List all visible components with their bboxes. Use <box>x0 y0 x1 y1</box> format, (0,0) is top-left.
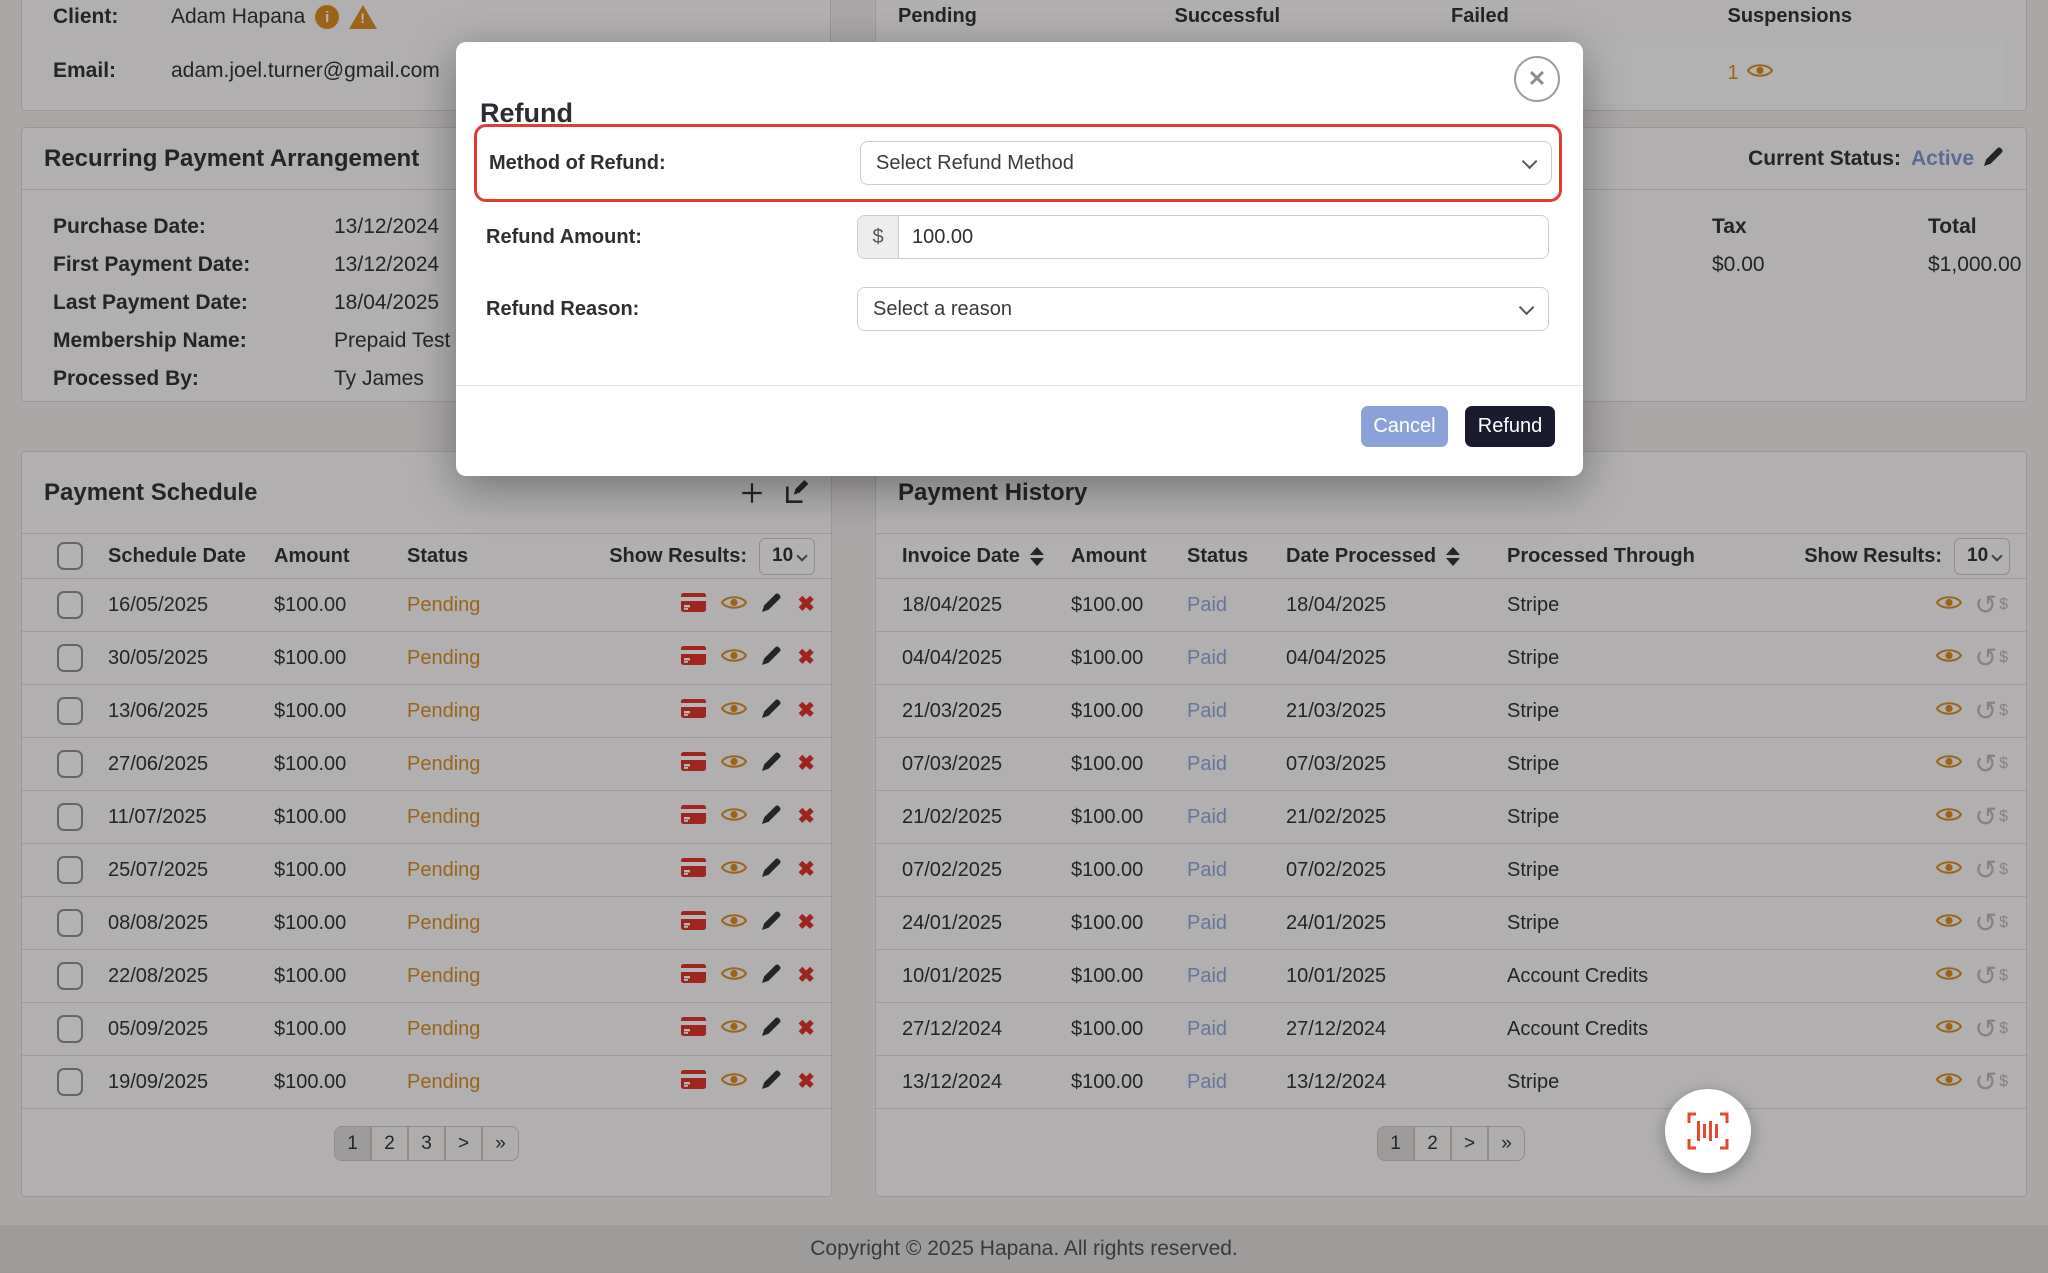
refund-reason-label: Refund Reason: <box>486 298 639 321</box>
refund-method-select[interactable]: Select Refund Method <box>860 141 1552 185</box>
modal-divider <box>456 385 1583 386</box>
refund-amount-label: Refund Amount: <box>486 226 642 249</box>
method-of-refund-row: Method of Refund: Select Refund Method <box>474 124 1562 202</box>
cancel-button[interactable]: Cancel <box>1361 406 1448 447</box>
refund-amount-field: $ <box>857 215 1549 259</box>
close-icon[interactable]: ✕ <box>1514 56 1560 102</box>
chevron-down-icon <box>1519 299 1535 315</box>
refund-method-value: Select Refund Method <box>876 152 1074 175</box>
method-of-refund-label: Method of Refund: <box>489 152 666 175</box>
refund-button[interactable]: Refund <box>1465 406 1555 447</box>
refund-amount-input[interactable] <box>899 216 1548 258</box>
barcode-scan-fab[interactable] <box>1665 1089 1751 1173</box>
refund-modal: Refund ✕ Method of Refund: Select Refund… <box>456 42 1583 476</box>
currency-prefix: $ <box>858 216 899 258</box>
refund-reason-select[interactable]: Select a reason <box>857 287 1549 331</box>
barcode-icon <box>1686 1111 1730 1151</box>
chevron-down-icon <box>1522 153 1538 169</box>
refund-reason-value: Select a reason <box>873 298 1012 321</box>
